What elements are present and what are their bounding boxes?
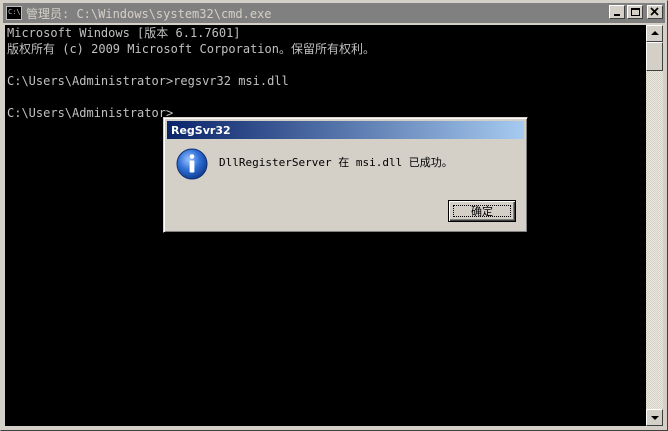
dialog-titlebar[interactable]: RegSvr32 bbox=[167, 121, 524, 139]
console-line: Microsoft Windows [版本 6.1.7601] bbox=[7, 26, 241, 40]
scroll-down-button[interactable] bbox=[646, 409, 663, 426]
ok-button[interactable]: 确定 bbox=[448, 200, 516, 222]
minimize-button[interactable] bbox=[609, 5, 625, 19]
window-title: 管理员: C:\Windows\system32\cmd.exe bbox=[26, 6, 272, 21]
dialog-title: RegSvr32 bbox=[171, 123, 231, 137]
minimize-icon bbox=[614, 14, 620, 16]
window-controls bbox=[609, 5, 663, 19]
focus-rect bbox=[453, 205, 511, 217]
close-icon bbox=[650, 7, 659, 16]
cmd-titlebar[interactable]: 管理员: C:\Windows\system32\cmd.exe bbox=[3, 3, 665, 23]
information-icon bbox=[176, 148, 208, 180]
arrow-down-icon bbox=[651, 416, 659, 420]
console-line: C:\Users\Administrator>regsvr32 msi.dll bbox=[7, 74, 289, 88]
cmd-icon[interactable] bbox=[6, 6, 22, 20]
scroll-up-button[interactable] bbox=[646, 25, 663, 42]
vertical-scrollbar[interactable] bbox=[646, 25, 663, 426]
maximize-icon bbox=[631, 8, 640, 16]
close-button[interactable] bbox=[647, 5, 663, 19]
maximize-button[interactable] bbox=[627, 5, 643, 19]
dialog-message: DllRegisterServer 在 msi.dll 已成功。 bbox=[219, 156, 453, 169]
scroll-thumb[interactable] bbox=[646, 42, 663, 71]
arrow-up-icon bbox=[651, 31, 659, 35]
console-line: 版权所有 (c) 2009 Microsoft Corporation。保留所有… bbox=[7, 42, 375, 56]
regsvr32-dialog: RegSvr32 DllRegisterServer 在 msi.dll 已成功… bbox=[163, 117, 528, 233]
